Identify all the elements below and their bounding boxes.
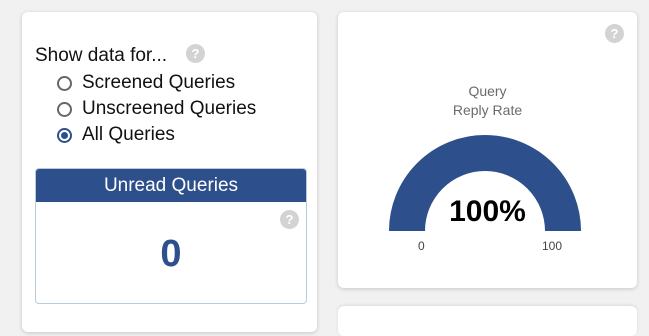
gauge-value: 100% <box>449 195 526 228</box>
radio-button[interactable] <box>57 101 72 117</box>
unread-queries-count: 0 <box>160 233 182 275</box>
radio-all-queries[interactable]: All Queries <box>57 124 175 146</box>
show-data-label: Show data for... <box>35 45 168 66</box>
radio-button[interactable] <box>57 75 72 91</box>
reply-rate-card: ? Query Reply Rate 100% 0 100 <box>338 12 637 288</box>
radio-button-selected[interactable] <box>57 127 72 143</box>
gauge-title-line1: Query <box>468 83 507 99</box>
radio-screened-queries[interactable]: Screened Queries <box>57 72 235 94</box>
radio-unscreened-queries[interactable]: Unscreened Queries <box>57 98 256 120</box>
radio-label: All Queries <box>82 124 175 145</box>
radio-label: Unscreened Queries <box>82 98 257 119</box>
gauge-max-label: 100 <box>542 239 563 253</box>
unread-queries-title: Unread Queries <box>36 169 306 202</box>
gauge-title-line2: Reply Rate <box>452 102 523 118</box>
next-card <box>338 306 637 336</box>
gauge-title: Query Reply Rate <box>338 82 637 120</box>
filter-card: Show data for... ? Screened Queries Unsc… <box>22 12 317 332</box>
help-icon[interactable]: ? <box>186 44 205 63</box>
gauge-min-label: 0 <box>418 239 425 253</box>
unread-queries-panel: Unread Queries ? 0 <box>35 168 307 304</box>
help-icon[interactable]: ? <box>605 24 624 43</box>
help-icon[interactable]: ? <box>280 210 299 229</box>
radio-label: Screened Queries <box>82 72 236 93</box>
